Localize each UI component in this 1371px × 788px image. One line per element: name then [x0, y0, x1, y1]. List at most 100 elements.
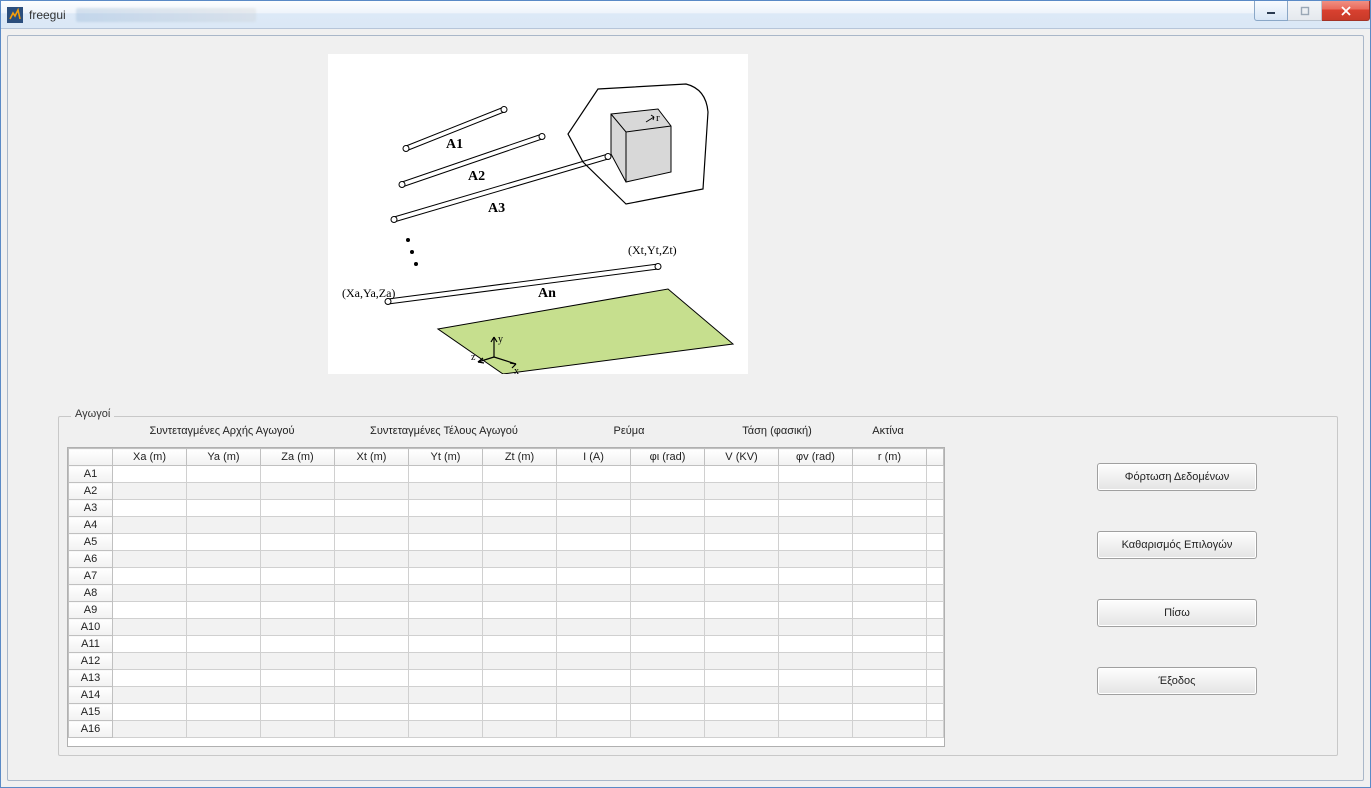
cell[interactable] [631, 568, 705, 585]
cell[interactable] [631, 653, 705, 670]
row-header[interactable]: A4 [69, 517, 113, 534]
cell[interactable] [779, 517, 853, 534]
cell[interactable] [631, 687, 705, 704]
cell[interactable] [779, 551, 853, 568]
cell[interactable] [261, 500, 335, 517]
cell[interactable] [705, 466, 779, 483]
cell[interactable] [557, 636, 631, 653]
exit-button[interactable]: Έξοδος [1097, 667, 1257, 695]
cell[interactable] [853, 517, 927, 534]
cell[interactable] [557, 585, 631, 602]
cell[interactable] [261, 670, 335, 687]
cell[interactable] [261, 653, 335, 670]
row-header[interactable]: A3 [69, 500, 113, 517]
cell[interactable] [705, 568, 779, 585]
cell[interactable] [631, 602, 705, 619]
cell[interactable] [409, 517, 483, 534]
cell[interactable] [335, 721, 409, 738]
cell[interactable] [113, 602, 187, 619]
col-za[interactable]: Za (m) [261, 449, 335, 466]
cell[interactable] [113, 500, 187, 517]
cell[interactable] [335, 585, 409, 602]
cell[interactable] [335, 483, 409, 500]
cell[interactable] [557, 602, 631, 619]
cell[interactable] [705, 704, 779, 721]
cell[interactable] [853, 534, 927, 551]
cell[interactable] [113, 568, 187, 585]
cell[interactable] [113, 619, 187, 636]
cell[interactable] [335, 568, 409, 585]
cell[interactable] [335, 500, 409, 517]
cell[interactable] [409, 483, 483, 500]
cell[interactable] [705, 602, 779, 619]
cell[interactable] [631, 670, 705, 687]
cell[interactable] [779, 670, 853, 687]
cell[interactable] [557, 721, 631, 738]
row-header[interactable]: A14 [69, 687, 113, 704]
cell[interactable] [335, 517, 409, 534]
cell[interactable] [261, 466, 335, 483]
row-header[interactable]: A10 [69, 619, 113, 636]
cell[interactable] [631, 517, 705, 534]
cell[interactable] [705, 619, 779, 636]
cell[interactable] [631, 534, 705, 551]
cell[interactable] [853, 551, 927, 568]
cell[interactable] [335, 551, 409, 568]
col-phi-v[interactable]: φv (rad) [779, 449, 853, 466]
cell[interactable] [113, 517, 187, 534]
cell[interactable] [853, 466, 927, 483]
cell[interactable] [779, 483, 853, 500]
cell[interactable] [335, 687, 409, 704]
cell[interactable] [113, 466, 187, 483]
cell[interactable] [705, 534, 779, 551]
clear-selections-button[interactable]: Καθαρισμός Επιλογών [1097, 531, 1257, 559]
row-header[interactable]: A15 [69, 704, 113, 721]
cell[interactable] [409, 636, 483, 653]
cell[interactable] [409, 721, 483, 738]
cell[interactable] [483, 721, 557, 738]
col-yt[interactable]: Yt (m) [409, 449, 483, 466]
cell[interactable] [557, 653, 631, 670]
cell[interactable] [261, 534, 335, 551]
cell[interactable] [483, 636, 557, 653]
conductors-table[interactable]: Xa (m) Ya (m) Za (m) Xt (m) Yt (m) Zt (m… [68, 448, 944, 738]
close-button[interactable] [1322, 1, 1370, 21]
cell[interactable] [113, 687, 187, 704]
cell[interactable] [705, 517, 779, 534]
row-header[interactable]: A1 [69, 466, 113, 483]
cell[interactable] [631, 721, 705, 738]
cell[interactable] [705, 636, 779, 653]
load-data-button[interactable]: Φόρτωση Δεδομένων [1097, 463, 1257, 491]
cell[interactable] [483, 466, 557, 483]
cell[interactable] [409, 670, 483, 687]
cell[interactable] [631, 466, 705, 483]
cell[interactable] [261, 585, 335, 602]
cell[interactable] [187, 585, 261, 602]
cell[interactable] [853, 602, 927, 619]
cell[interactable] [187, 483, 261, 500]
cell[interactable] [409, 602, 483, 619]
cell[interactable] [631, 704, 705, 721]
cell[interactable] [705, 670, 779, 687]
cell[interactable] [779, 653, 853, 670]
cell[interactable] [187, 619, 261, 636]
cell[interactable] [483, 534, 557, 551]
cell[interactable] [853, 721, 927, 738]
cell[interactable] [187, 636, 261, 653]
cell[interactable] [187, 653, 261, 670]
cell[interactable] [557, 517, 631, 534]
col-ya[interactable]: Ya (m) [187, 449, 261, 466]
cell[interactable] [483, 687, 557, 704]
row-header[interactable]: A9 [69, 602, 113, 619]
cell[interactable] [483, 483, 557, 500]
cell[interactable] [261, 704, 335, 721]
cell[interactable] [261, 687, 335, 704]
cell[interactable] [187, 670, 261, 687]
row-header[interactable]: A7 [69, 568, 113, 585]
cell[interactable] [631, 500, 705, 517]
cell[interactable] [631, 551, 705, 568]
cell[interactable] [779, 534, 853, 551]
cell[interactable] [261, 483, 335, 500]
cell[interactable] [853, 687, 927, 704]
cell[interactable] [557, 534, 631, 551]
